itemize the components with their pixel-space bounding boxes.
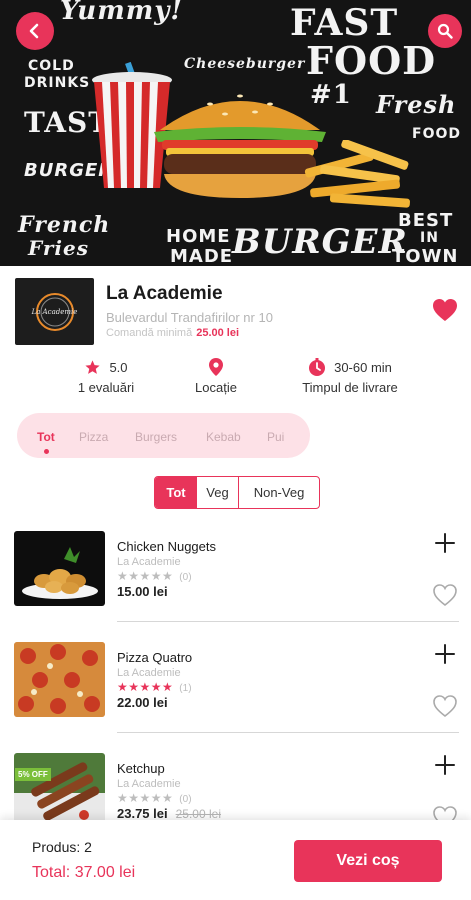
- cart-total: Total: 37.00 lei: [32, 864, 136, 881]
- favorite-heart-icon[interactable]: [432, 298, 458, 322]
- rating-count-label: 1 evaluări: [77, 380, 135, 395]
- min-order-label: Comandă minimă: [106, 327, 193, 339]
- category-tab-kebab[interactable]: Kebab: [206, 430, 241, 444]
- product-rating: ★★★★★ (0): [117, 569, 192, 583]
- rating-count: (0): [179, 794, 192, 805]
- discount-badge: 5% OFF: [15, 768, 51, 781]
- product-rating: ★★★★★ (0): [117, 791, 192, 805]
- category-tab-tot[interactable]: Tot: [37, 430, 55, 444]
- add-to-cart-plus-icon[interactable]: [433, 642, 457, 666]
- back-button[interactable]: [16, 12, 54, 50]
- product-divider: [117, 732, 459, 733]
- cart-item-count: Produs: 2: [32, 839, 92, 855]
- product-price: 15.00 lei: [117, 584, 168, 599]
- location-pin-icon: [209, 358, 223, 376]
- search-icon: [437, 23, 453, 39]
- chalk-text-town: TOWN: [392, 246, 459, 266]
- chalk-text-best: BEST: [398, 210, 454, 231]
- min-order: Comandă minimă 25.00 lei: [106, 327, 239, 339]
- product-price-old: 25.00 lei: [175, 807, 221, 821]
- restaurant-logo: La Academie: [15, 278, 94, 345]
- delivery-label: Timpul de livrare: [302, 380, 398, 395]
- chalk-text-cheeseburger: Cheeseburger: [184, 56, 306, 72]
- diet-filter: Tot Veg Non-Veg: [154, 476, 320, 509]
- favorite-outline-heart-icon[interactable]: [432, 694, 458, 718]
- chalk-text-home: HOME: [166, 226, 231, 247]
- delivery-stat: 30-60 min Timpul de livrare: [292, 358, 408, 395]
- rating-stat: 5.0 1 evaluări: [66, 358, 146, 396]
- product-image-chicken-nuggets: [14, 531, 105, 606]
- star-rating-icons: ★★★★★: [117, 680, 174, 694]
- category-tabs: Tot Pizza Burgers Kebab Pui: [17, 413, 310, 458]
- chalk-text-fresh: Fresh: [376, 90, 457, 119]
- product-restaurant: La Academie: [117, 778, 181, 790]
- restaurant-address: Bulevardul Trandafirilor nr 10: [106, 310, 273, 325]
- chalk-text-food: FOOD: [306, 38, 437, 83]
- search-button[interactable]: [428, 14, 462, 48]
- chalk-text-in: IN: [420, 230, 439, 246]
- filter-tot[interactable]: Tot: [155, 477, 197, 508]
- chalk-text-yummy: Yummy!: [60, 0, 183, 26]
- star-icon: [85, 359, 101, 374]
- add-to-cart-plus-icon[interactable]: [433, 531, 457, 555]
- product-restaurant: La Academie: [117, 667, 181, 679]
- chevron-left-icon: [29, 23, 39, 39]
- product-item[interactable]: Chicken Nuggets La Academie ★★★★★ (0) 15.…: [0, 530, 471, 622]
- product-image-ketchup: [14, 753, 105, 828]
- star-rating-icons: ★★★★★: [117, 791, 174, 805]
- chalk-text-cold: COLD: [28, 58, 75, 74]
- active-category-indicator: [44, 449, 49, 454]
- category-tab-burgers[interactable]: Burgers: [135, 430, 177, 444]
- add-to-cart-plus-icon[interactable]: [433, 753, 457, 777]
- product-name: Chicken Nuggets: [117, 539, 216, 554]
- product-rating: ★★★★★ (1): [117, 680, 192, 694]
- product-price-current: 23.75 lei: [117, 806, 168, 821]
- location-stat[interactable]: Locație: [178, 358, 254, 395]
- hero-banner: Yummy! COLD DRINKS TASTY BURGER Cheesebu…: [0, 0, 471, 266]
- view-cart-button[interactable]: Vezi coș: [294, 840, 442, 882]
- product-image-pizza-quatro: [14, 642, 105, 717]
- product-restaurant: La Academie: [117, 556, 181, 568]
- category-tab-pui[interactable]: Pui: [267, 430, 284, 444]
- favorite-outline-heart-icon[interactable]: [432, 583, 458, 607]
- chalk-text-burger-big: BURGER: [232, 222, 408, 262]
- rating-count: (1): [179, 683, 192, 694]
- chalk-text-fries: Fries: [28, 236, 89, 260]
- timer-icon: [309, 358, 326, 376]
- chalk-text-french: French: [18, 212, 111, 238]
- product-price: 22.00 lei: [117, 695, 168, 710]
- rating-count: (0): [179, 572, 192, 583]
- filter-veg[interactable]: Veg: [197, 477, 239, 508]
- chalk-text-made: MADE: [170, 246, 234, 266]
- cart-footer: Produs: 2 Total: 37.00 lei Vezi coș: [0, 820, 471, 900]
- chalk-text-drinks: DRINKS: [24, 75, 91, 91]
- delivery-time: 30-60 min: [334, 359, 392, 375]
- product-divider: [117, 621, 459, 622]
- category-tab-pizza[interactable]: Pizza: [79, 430, 108, 444]
- min-order-value: 25.00 lei: [196, 327, 240, 339]
- filter-non-veg[interactable]: Non-Veg: [239, 477, 319, 508]
- product-name: Ketchup: [117, 761, 165, 776]
- restaurant-name: La Academie: [106, 283, 223, 304]
- star-rating-icons: ★★★★★: [117, 569, 174, 583]
- restaurant-logo-text: La Academie: [31, 307, 78, 316]
- location-label[interactable]: Locație: [178, 380, 254, 395]
- product-name: Pizza Quatro: [117, 650, 193, 665]
- fries-illustration: [304, 140, 410, 208]
- rating-value: 5.0: [109, 359, 128, 375]
- product-price: 23.75 lei 25.00 lei: [117, 806, 221, 821]
- product-item[interactable]: Pizza Quatro La Academie ★★★★★ (1) 22.00 …: [0, 641, 471, 733]
